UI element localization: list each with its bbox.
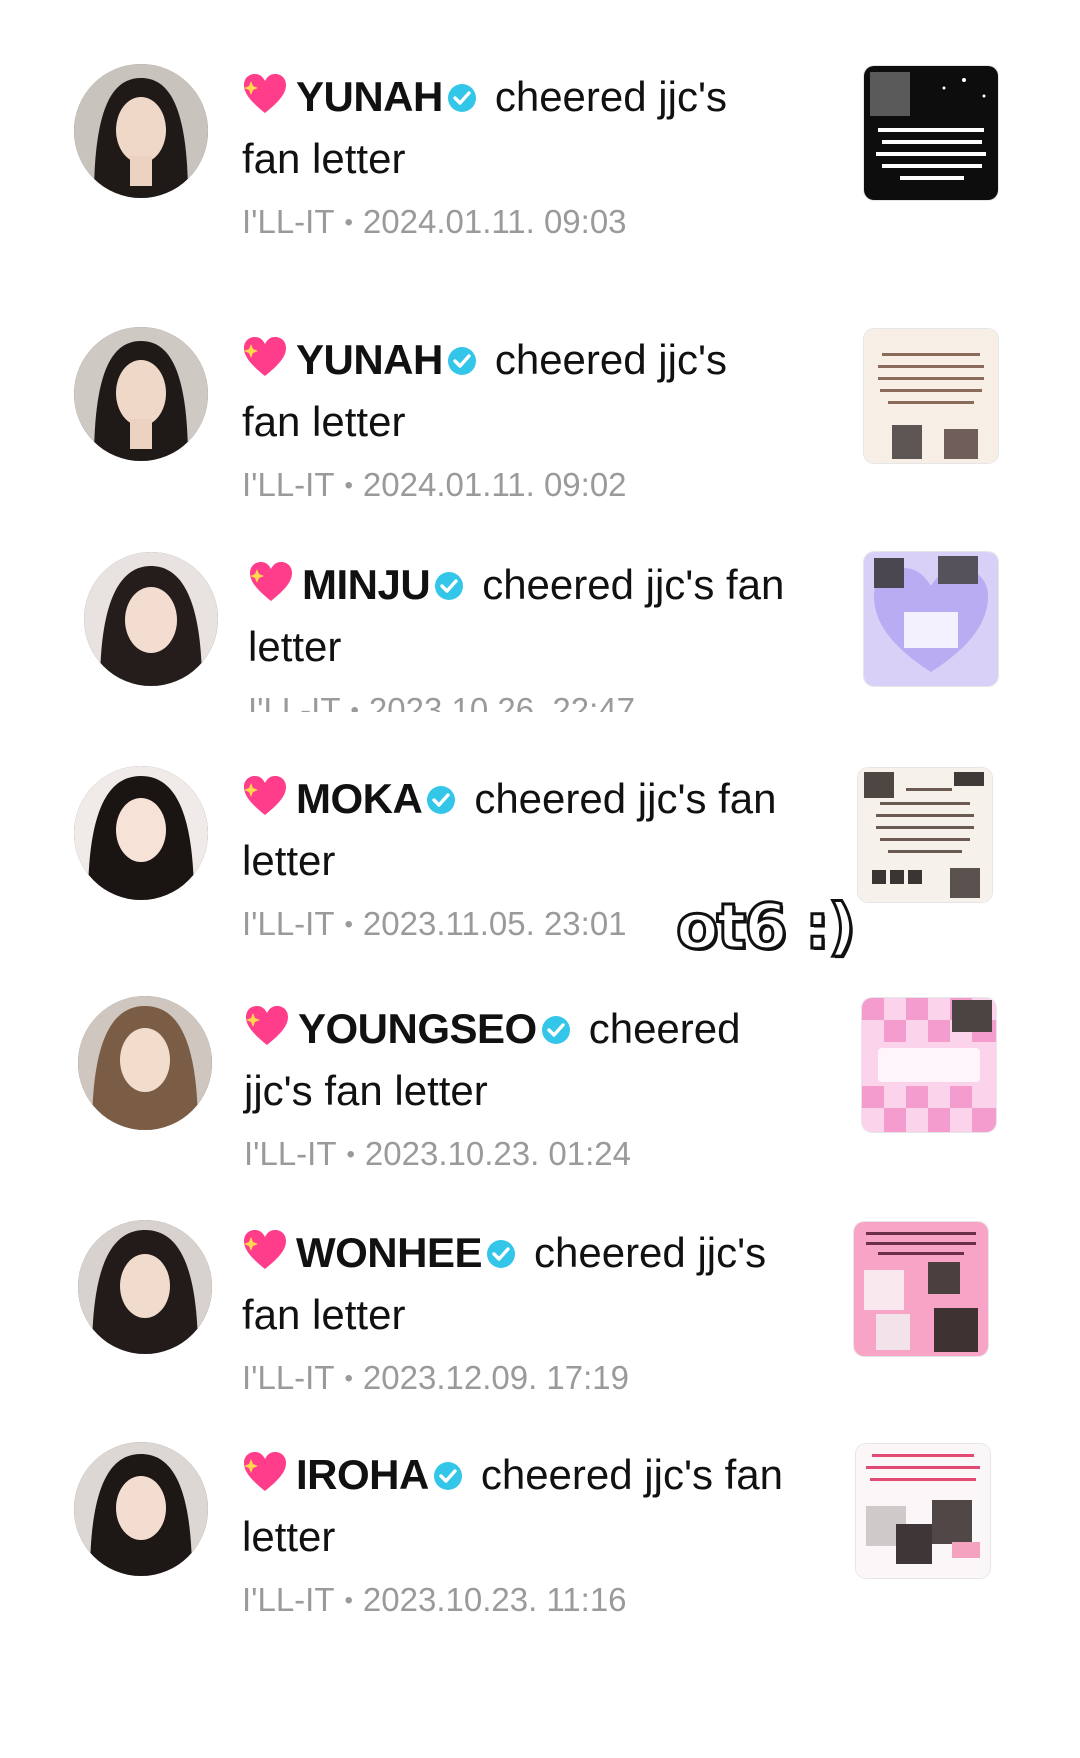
source-label: I'LL-IT	[242, 1359, 335, 1396]
sparkling-heart-icon	[242, 72, 288, 130]
action-text: cheered jjc's	[494, 73, 727, 120]
verified-badge-icon	[541, 1002, 571, 1060]
action-text-continued: jjc's fan letter	[244, 1067, 488, 1114]
source-label: I'LL-IT	[244, 1135, 337, 1172]
notification-meta: I'LL-IT • 2024.01.11. 09:03	[242, 202, 802, 243]
timestamp: 2023.10.26. 22:47	[368, 691, 635, 712]
notification-meta: I'LL-IT • 2023.10.23. 11:16	[242, 1580, 802, 1621]
separator-dot: •	[344, 911, 353, 938]
fan-letter-thumbnail[interactable]	[854, 1222, 988, 1356]
source-label: I'LL-IT	[248, 691, 341, 712]
fan-letter-thumbnail[interactable]	[858, 768, 992, 902]
action-text-continued: fan letter	[242, 135, 406, 182]
creator-name[interactable]: WONHEE	[296, 1229, 483, 1276]
notification-row[interactable]: YUNAH cheered jjc's fan letter I'LL-IT • 20…	[0, 325, 1080, 525]
verified-badge-icon	[426, 772, 456, 830]
sparkling-heart-icon	[248, 560, 294, 618]
timestamp: 2024.01.11. 09:02	[362, 466, 627, 503]
avatar[interactable]	[84, 552, 218, 686]
creator-name[interactable]: YUNAH	[296, 336, 443, 383]
notification-feed: YUNAH cheered jjc's fan letter I'LL-IT • 20…	[0, 0, 1080, 1758]
action-text-continued: fan letter	[242, 1291, 406, 1338]
action-text: cheered jjc's fan	[482, 561, 785, 608]
timestamp: 2023.11.05. 23:01	[362, 905, 627, 942]
action-text-continued: fan letter	[242, 398, 406, 445]
fan-letter-thumbnail[interactable]	[864, 66, 998, 200]
source-label: I'LL-IT	[242, 466, 335, 503]
sparkling-heart-icon	[242, 774, 288, 832]
overlay-caption: ot6 :)	[674, 889, 857, 965]
creator-name[interactable]: IROHA	[296, 1451, 429, 1498]
separator-dot: •	[344, 472, 353, 499]
sparkling-heart-icon	[242, 335, 288, 393]
notification-row[interactable]: YOUNGSEO cheered jjc's fan letter I'LL-IT…	[0, 994, 1080, 1194]
verified-badge-icon	[447, 70, 477, 128]
verified-badge-icon	[486, 1226, 516, 1284]
source-label: I'LL-IT	[242, 203, 335, 240]
sparkling-heart-icon	[244, 1004, 290, 1062]
notification-row[interactable]: MINJU cheered jjc's fan letter I'LL-IT • 20…	[0, 550, 1080, 712]
timestamp: 2023.10.23. 01:24	[364, 1135, 631, 1172]
fan-letter-thumbnail[interactable]	[862, 998, 996, 1132]
separator-dot: •	[350, 697, 359, 712]
action-text-continued: letter	[242, 837, 336, 884]
timestamp: 2024.01.11. 09:03	[362, 203, 627, 240]
fan-letter-thumbnail[interactable]	[864, 329, 998, 463]
separator-dot: •	[344, 1587, 353, 1614]
avatar[interactable]	[74, 766, 208, 900]
action-text-continued: letter	[248, 623, 342, 670]
notification-meta: I'LL-IT • 2023.10.26. 22:47	[248, 690, 808, 712]
verified-badge-icon	[447, 333, 477, 391]
separator-dot: •	[346, 1141, 355, 1168]
notification-meta: I'LL-IT • 2024.01.11. 09:02	[242, 465, 802, 506]
fan-letter-thumbnail[interactable]	[856, 1444, 990, 1578]
timestamp: 2023.10.23. 11:16	[362, 1581, 627, 1618]
notification-meta: I'LL-IT • 2023.10.23. 01:24	[244, 1134, 804, 1175]
notification-meta: I'LL-IT • 2023.12.09. 17:19	[242, 1358, 802, 1399]
action-text: cheered jjc's	[494, 336, 727, 383]
action-text: cheered jjc's fan	[480, 1451, 784, 1498]
notification-row[interactable]: WONHEE cheered jjc's fan letter I'LL-IT • 2…	[0, 1218, 1080, 1418]
verified-badge-icon	[433, 1448, 463, 1506]
avatar[interactable]	[74, 1442, 208, 1576]
notification-row[interactable]: YUNAH cheered jjc's fan letter I'LL-IT • 20…	[0, 62, 1080, 262]
creator-name[interactable]: MOKA	[296, 775, 423, 822]
avatar[interactable]	[74, 327, 208, 461]
verified-badge-icon	[434, 558, 464, 616]
action-text: cheered jjc's fan	[474, 775, 777, 822]
avatar[interactable]	[74, 64, 208, 198]
sparkling-heart-icon	[242, 1450, 288, 1508]
source-label: I'LL-IT	[242, 905, 335, 942]
avatar[interactable]	[78, 1220, 212, 1354]
notification-row[interactable]: IROHA cheered jjc's fan letter I'LL-IT • 20…	[0, 1440, 1080, 1640]
creator-name[interactable]: YUNAH	[296, 73, 443, 120]
separator-dot: •	[344, 1365, 353, 1392]
timestamp: 2023.12.09. 17:19	[362, 1359, 629, 1396]
action-text-continued: letter	[242, 1513, 336, 1560]
creator-name[interactable]: YOUNGSEO	[298, 1005, 537, 1052]
fan-letter-thumbnail[interactable]	[864, 552, 998, 686]
separator-dot: •	[344, 209, 353, 236]
creator-name[interactable]: MINJU	[302, 561, 431, 608]
avatar[interactable]	[78, 996, 212, 1130]
action-text: cheered	[588, 1005, 741, 1052]
sparkling-heart-icon	[242, 1228, 288, 1286]
action-text: cheered jjc's	[534, 1229, 767, 1276]
source-label: I'LL-IT	[242, 1581, 335, 1618]
notification-row[interactable]: MOKA cheered jjc's fan letter I'LL-IT • 202…	[0, 764, 1080, 964]
